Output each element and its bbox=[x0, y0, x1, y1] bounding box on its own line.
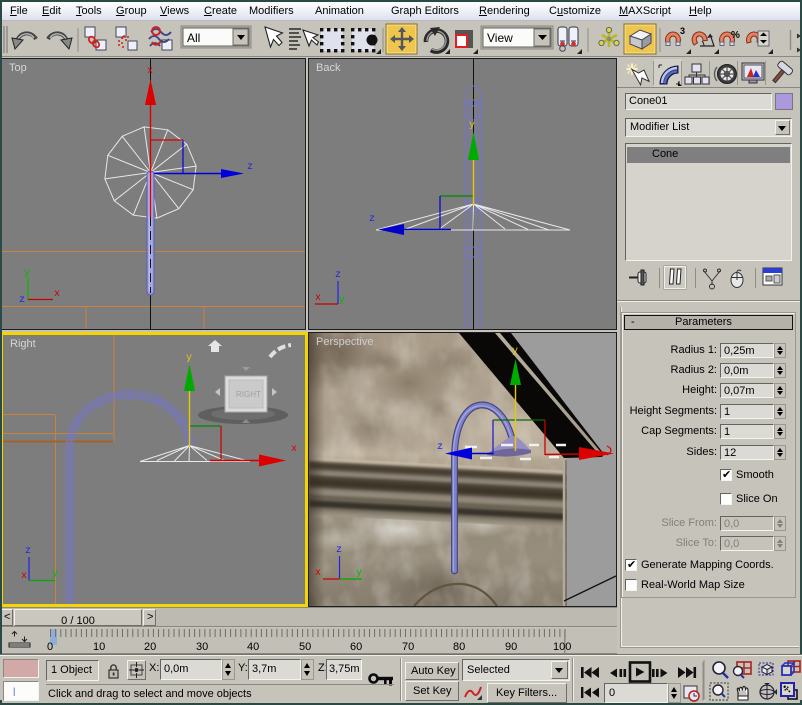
svg-text:x: x bbox=[147, 66, 153, 77]
svg-text:x: x bbox=[21, 571, 27, 582]
svg-text:x: x bbox=[54, 289, 60, 300]
svg-text:y: y bbox=[186, 353, 192, 364]
svg-text:100: 100 bbox=[553, 641, 571, 653]
svg-text:RIGHT: RIGHT bbox=[236, 390, 261, 399]
svg-text:x: x bbox=[315, 293, 321, 304]
svg-text:z: z bbox=[336, 545, 342, 556]
svg-text:y: y bbox=[512, 346, 518, 357]
svg-text:z: z bbox=[369, 214, 375, 225]
svg-text:y: y bbox=[469, 120, 475, 131]
svg-text:50: 50 bbox=[299, 641, 311, 653]
svg-text:z: z bbox=[335, 270, 341, 281]
svg-text:90: 90 bbox=[505, 641, 517, 653]
svg-text:3: 3 bbox=[680, 26, 685, 36]
svg-text:z: z bbox=[25, 546, 31, 557]
svg-text:x: x bbox=[315, 568, 321, 579]
svg-text:z: z bbox=[19, 295, 25, 306]
svg-text:All: All bbox=[187, 31, 200, 45]
svg-text:%: % bbox=[731, 30, 740, 41]
svg-text:y: y bbox=[356, 568, 362, 579]
svg-text:y: y bbox=[52, 569, 58, 580]
svg-text:View: View bbox=[487, 31, 513, 45]
svg-text:20: 20 bbox=[144, 641, 156, 653]
svg-text:70: 70 bbox=[402, 641, 414, 653]
svg-text:40: 40 bbox=[247, 641, 259, 653]
svg-text:80: 80 bbox=[453, 641, 465, 653]
svg-text:z: z bbox=[437, 442, 443, 453]
svg-text:y: y bbox=[339, 295, 345, 306]
svg-text:60: 60 bbox=[350, 641, 362, 653]
svg-text:0: 0 bbox=[47, 641, 53, 653]
svg-text:30: 30 bbox=[196, 641, 208, 653]
svg-text:10: 10 bbox=[93, 641, 105, 653]
svg-text:z: z bbox=[247, 162, 253, 173]
svg-text:y: y bbox=[24, 268, 30, 279]
svg-text:x: x bbox=[291, 444, 297, 455]
